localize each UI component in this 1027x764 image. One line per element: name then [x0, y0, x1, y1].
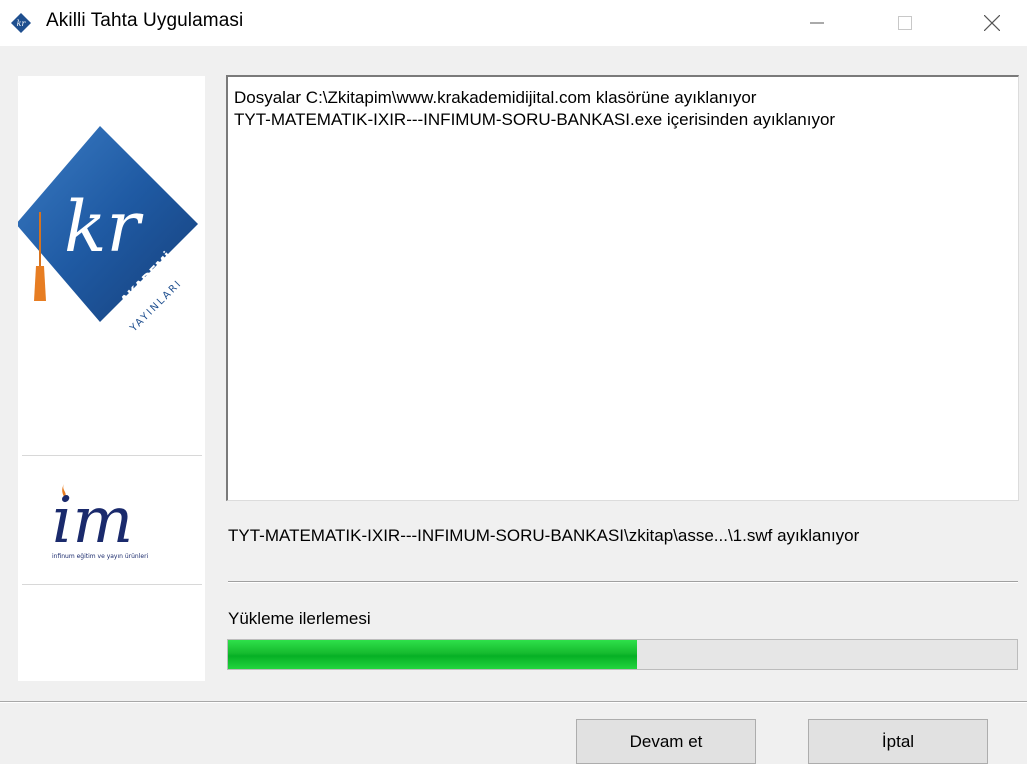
kr-akademi-logo: kr AKADEMİ YAYINLARI: [18, 126, 198, 335]
sidebar-divider: [22, 455, 202, 456]
window-title: Akilli Tahta Uygulamasi: [46, 10, 244, 31]
minimize-icon: [810, 22, 824, 24]
svg-text:infinum eğitim ve yayın ürünle: infinum eğitim ve yayın ürünleri: [52, 553, 149, 560]
section-divider: [228, 581, 1018, 583]
title-bar: kr Akilli Tahta Uygulamasi: [0, 0, 1027, 46]
progress-label: Yükleme ilerlemesi: [228, 609, 371, 628]
im-logo: im infinum eğitim ve yayın ürünleri: [52, 484, 149, 560]
svg-text:kr: kr: [64, 186, 143, 268]
extraction-log[interactable]: Dosyalar C:\Zkitapim\www.krakademidijita…: [226, 75, 1019, 501]
log-line: TYT-MATEMATIK-IXIR---INFIMUM-SORU-BANKAS…: [234, 110, 836, 129]
continue-button[interactable]: Devam et: [576, 719, 756, 764]
install-progress-bar: [227, 639, 1018, 670]
sidebar-divider: [22, 584, 202, 585]
maximize-button[interactable]: [876, 0, 934, 46]
progress-fill: [228, 640, 637, 669]
kr-logo-icon: kr: [11, 13, 31, 33]
log-line: Dosyalar C:\Zkitapim\www.krakademidijita…: [234, 88, 757, 107]
maximize-icon: [898, 16, 912, 30]
sidebar-logo-panel: kr AKADEMİ YAYINLARI im infinum eğitim v…: [18, 76, 205, 681]
close-button[interactable]: [963, 0, 1021, 46]
cancel-button[interactable]: İptal: [808, 719, 988, 764]
svg-text:kr: kr: [17, 19, 27, 28]
close-icon: [984, 15, 1000, 31]
footer-divider: [0, 701, 1027, 703]
current-file-status: TYT-MATEMATIK-IXIR---INFIMUM-SORU-BANKAS…: [228, 526, 860, 545]
minimize-button[interactable]: [788, 0, 846, 46]
svg-text:im: im: [52, 484, 133, 558]
